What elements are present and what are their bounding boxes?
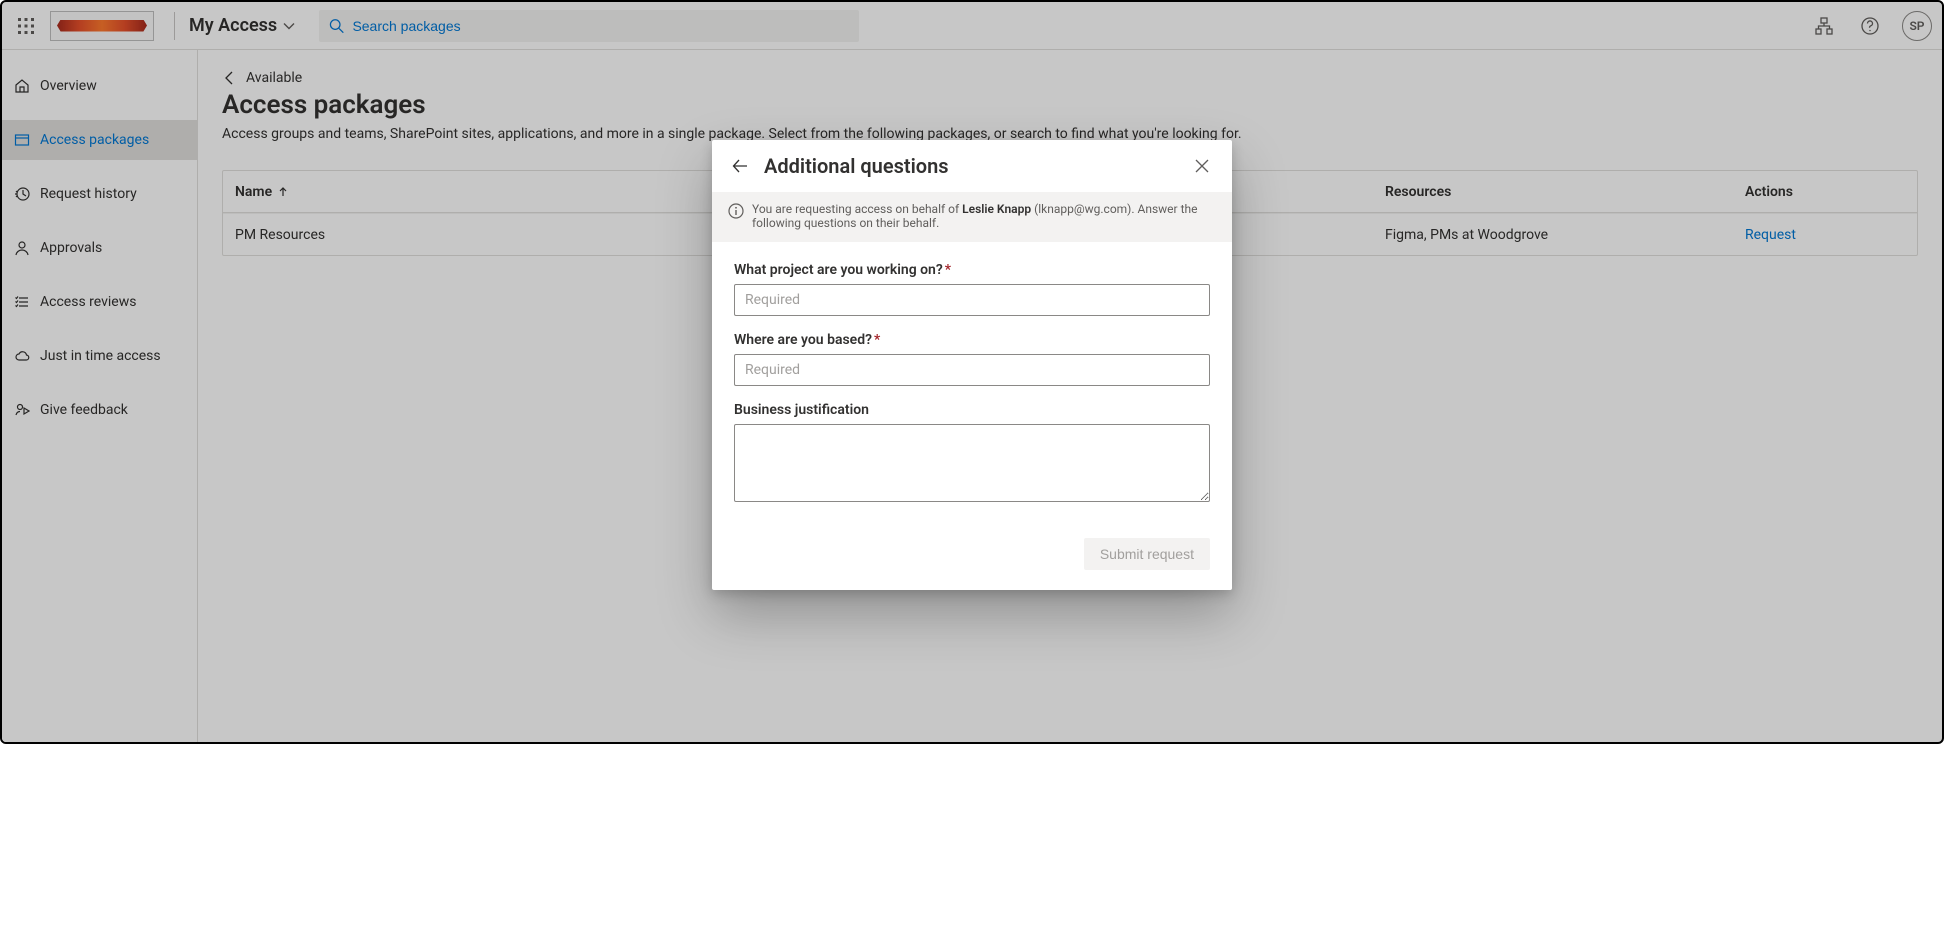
modal-title: Additional questions [764, 154, 949, 178]
modal-close-button[interactable] [1188, 152, 1216, 180]
required-indicator: * [874, 332, 880, 348]
modal-back-button[interactable] [726, 152, 754, 180]
arrow-left-icon [732, 158, 748, 174]
q2-input[interactable] [734, 354, 1210, 386]
q3-label: Business justification [734, 402, 1210, 418]
q3-textarea[interactable] [734, 424, 1210, 502]
on-behalf-banner: You are requesting access on behalf of L… [712, 192, 1232, 242]
submit-request-button[interactable]: Submit request [1084, 538, 1210, 570]
q1-input[interactable] [734, 284, 1210, 316]
required-indicator: * [945, 262, 951, 278]
info-icon [728, 203, 744, 219]
banner-name: Leslie Knapp [962, 202, 1031, 216]
close-icon [1195, 159, 1209, 173]
modal-overlay: Additional questions You are requesting … [2, 2, 1942, 742]
q1-label: What project are you working on?* [734, 262, 1210, 278]
banner-prefix: You are requesting access on behalf of [752, 202, 962, 216]
q2-label: Where are you based?* [734, 332, 1210, 348]
additional-questions-modal: Additional questions You are requesting … [712, 140, 1232, 590]
